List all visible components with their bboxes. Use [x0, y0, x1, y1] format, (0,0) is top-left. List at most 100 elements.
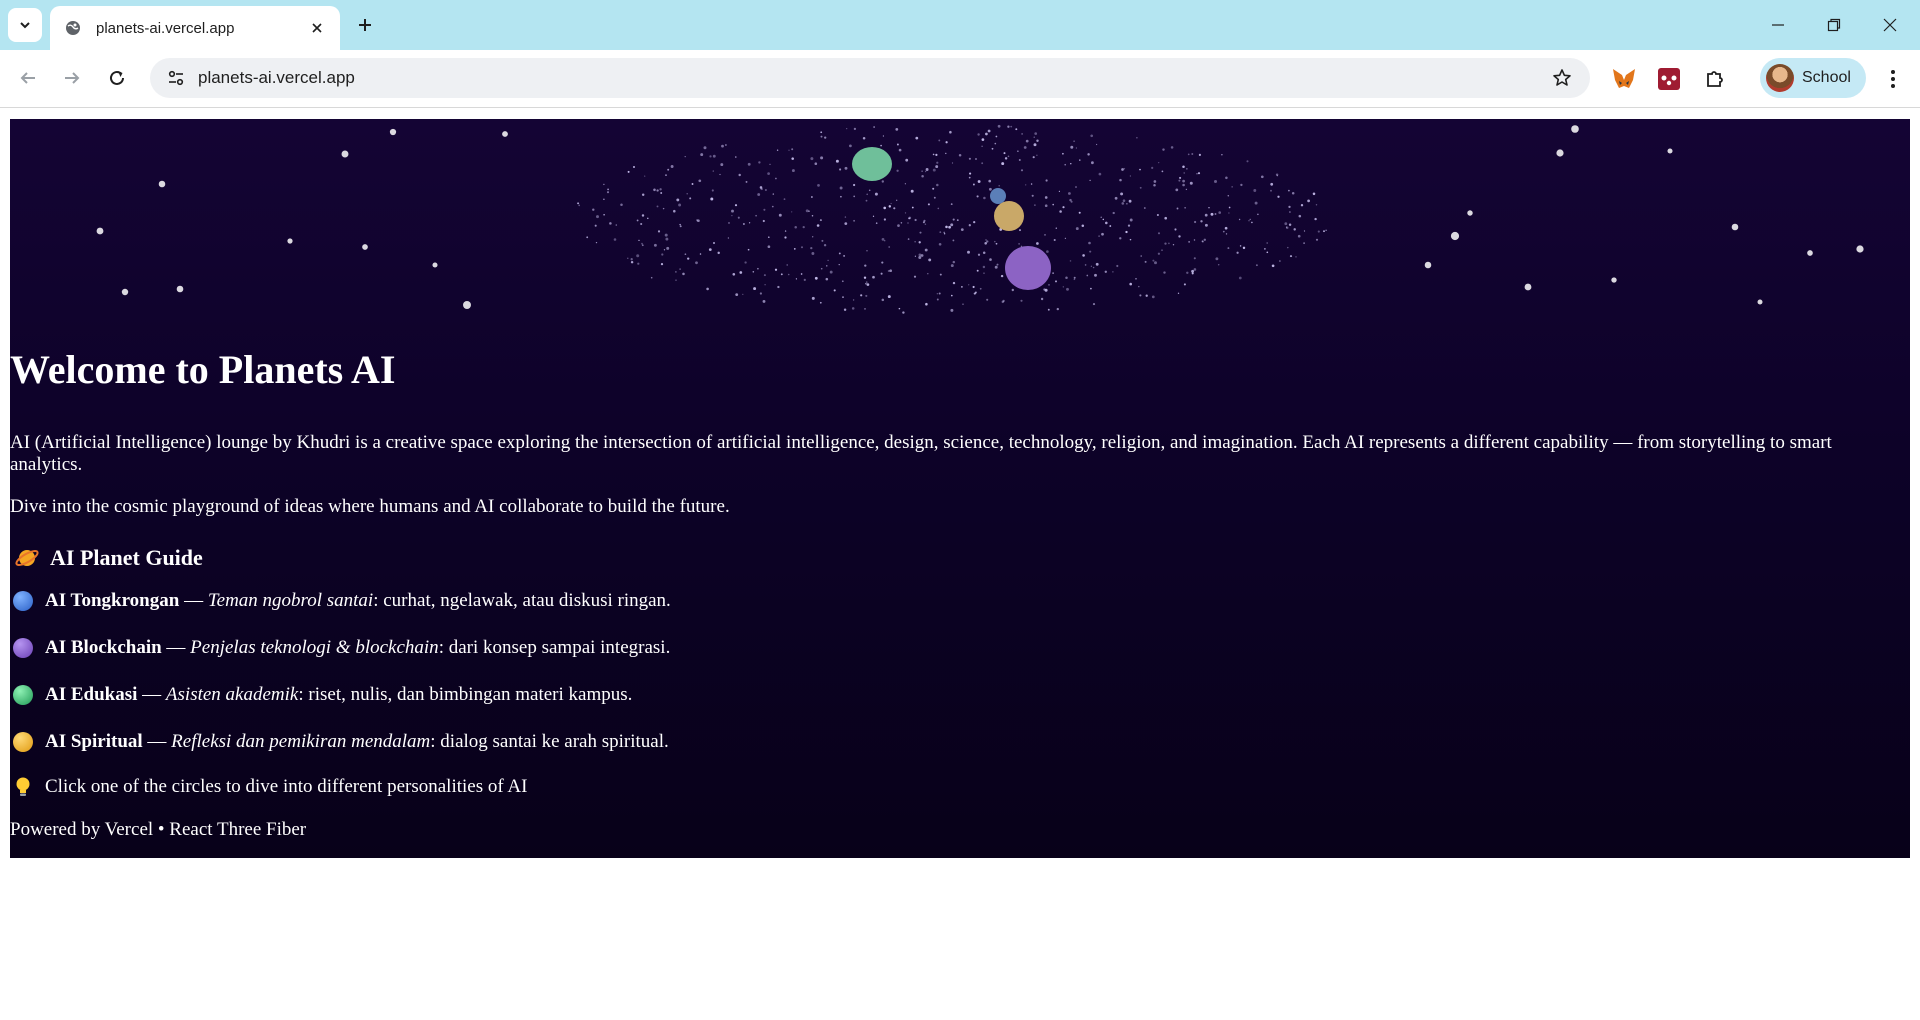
dust-particle — [988, 179, 992, 183]
profile-button[interactable]: School — [1760, 58, 1866, 98]
dust-particle — [1046, 250, 1049, 253]
dust-particle — [767, 236, 770, 239]
planet-spiritual[interactable] — [994, 201, 1024, 231]
guide-list: AI Tongkrongan — Teman ngobrol santai: c… — [10, 590, 1900, 778]
star — [389, 128, 397, 136]
dust-particle — [1102, 218, 1105, 221]
dust-particle — [594, 224, 597, 227]
starfield-canvas[interactable] — [10, 119, 1910, 319]
dust-particle — [1089, 250, 1092, 253]
dust-particle — [803, 278, 806, 282]
dust-particle — [1203, 238, 1207, 242]
dust-particle — [1007, 125, 1010, 128]
guide-item-desc: : riset, nulis, dan bimbingan materi kam… — [298, 684, 633, 705]
dust-particle — [737, 216, 740, 219]
dust-particle — [976, 269, 979, 272]
dust-particle — [951, 294, 953, 297]
dust-particle — [838, 252, 841, 255]
dust-particle — [1129, 175, 1132, 177]
dust-particle — [927, 272, 929, 275]
dust-particle — [709, 155, 712, 158]
dust-particle — [1202, 241, 1204, 243]
dust-particle — [896, 169, 899, 172]
dust-particle — [862, 137, 866, 140]
dust-particle — [932, 153, 935, 156]
back-button[interactable] — [10, 60, 46, 96]
minimize-button[interactable] — [1750, 0, 1806, 50]
site-info-button[interactable] — [154, 58, 198, 98]
dust-particle — [653, 243, 657, 247]
dust-particle — [937, 207, 940, 210]
dust-particle — [759, 186, 763, 189]
dust-particle — [1218, 211, 1222, 214]
avatar — [1766, 64, 1794, 92]
planet-tongkrongan[interactable] — [990, 188, 1006, 204]
dust-particle — [1228, 212, 1230, 214]
dust-particle — [1025, 184, 1027, 186]
more-vertical-icon — [1891, 70, 1895, 88]
close-window-button[interactable] — [1862, 0, 1918, 50]
dust-particle — [630, 258, 633, 261]
dust-particle — [738, 173, 741, 177]
dust-particle — [914, 218, 917, 222]
dust-particle — [641, 214, 645, 217]
dust-particle — [918, 253, 922, 257]
dust-particle — [1295, 256, 1297, 258]
planet-blockchain[interactable] — [1005, 246, 1051, 290]
dust-particle — [873, 126, 875, 128]
dust-particle — [752, 271, 755, 273]
dust-particle — [1079, 159, 1081, 161]
dust-particle — [1228, 206, 1231, 209]
bookmark-button[interactable] — [1542, 58, 1582, 98]
dust-particle — [1129, 218, 1133, 222]
address-bar[interactable]: planets-ai.vercel.app — [150, 58, 1590, 98]
dust-particle — [627, 257, 629, 259]
browser-menu-button[interactable] — [1876, 62, 1910, 96]
dust-particle — [696, 219, 699, 222]
dust-particle — [1217, 264, 1220, 266]
dust-particle — [904, 212, 907, 214]
dust-particle — [820, 156, 824, 160]
dust-particle — [910, 189, 914, 193]
dust-particle — [656, 205, 659, 208]
close-tab-button[interactable] — [306, 17, 328, 39]
active-tab[interactable]: planets-ai.vercel.app — [50, 6, 340, 50]
dust-particle — [1020, 169, 1024, 172]
dust-particle — [1254, 201, 1258, 205]
mendeley-extension-button[interactable] — [1652, 62, 1686, 96]
dust-particle — [1086, 274, 1089, 277]
dust-particle — [1231, 186, 1233, 188]
dust-particle — [823, 244, 827, 247]
dust-particle — [1073, 276, 1076, 279]
dust-particle — [793, 248, 796, 250]
dust-particle — [1224, 226, 1228, 230]
dust-particle — [969, 172, 972, 175]
dust-particle — [660, 192, 663, 194]
tab-search-button[interactable] — [8, 8, 42, 42]
dust-particle — [914, 255, 917, 257]
restore-button[interactable] — [1806, 0, 1862, 50]
dust-particle — [981, 145, 983, 148]
dust-particle — [864, 264, 867, 267]
dust-particle — [764, 188, 767, 192]
metamask-extension-button[interactable] — [1607, 62, 1641, 96]
extensions-button[interactable] — [1698, 62, 1732, 96]
dust-particle — [1065, 276, 1068, 279]
star — [1856, 245, 1864, 253]
reload-button[interactable] — [99, 60, 135, 96]
dust-particle — [659, 188, 662, 191]
planet-edukasi[interactable] — [852, 147, 892, 181]
light-bulb-icon — [16, 777, 30, 796]
dust-particle — [679, 223, 681, 226]
dust-particle — [1285, 226, 1289, 229]
forward-button[interactable] — [54, 60, 90, 96]
new-tab-button[interactable] — [350, 10, 380, 40]
dust-particle — [1109, 225, 1112, 227]
star — [1424, 261, 1432, 269]
dust-particle — [1176, 207, 1179, 210]
arrow-right-icon — [65, 72, 80, 84]
dust-particle — [1058, 190, 1060, 192]
dust-particle — [767, 245, 771, 249]
dust-particle — [945, 152, 947, 155]
dust-particle — [757, 193, 761, 196]
